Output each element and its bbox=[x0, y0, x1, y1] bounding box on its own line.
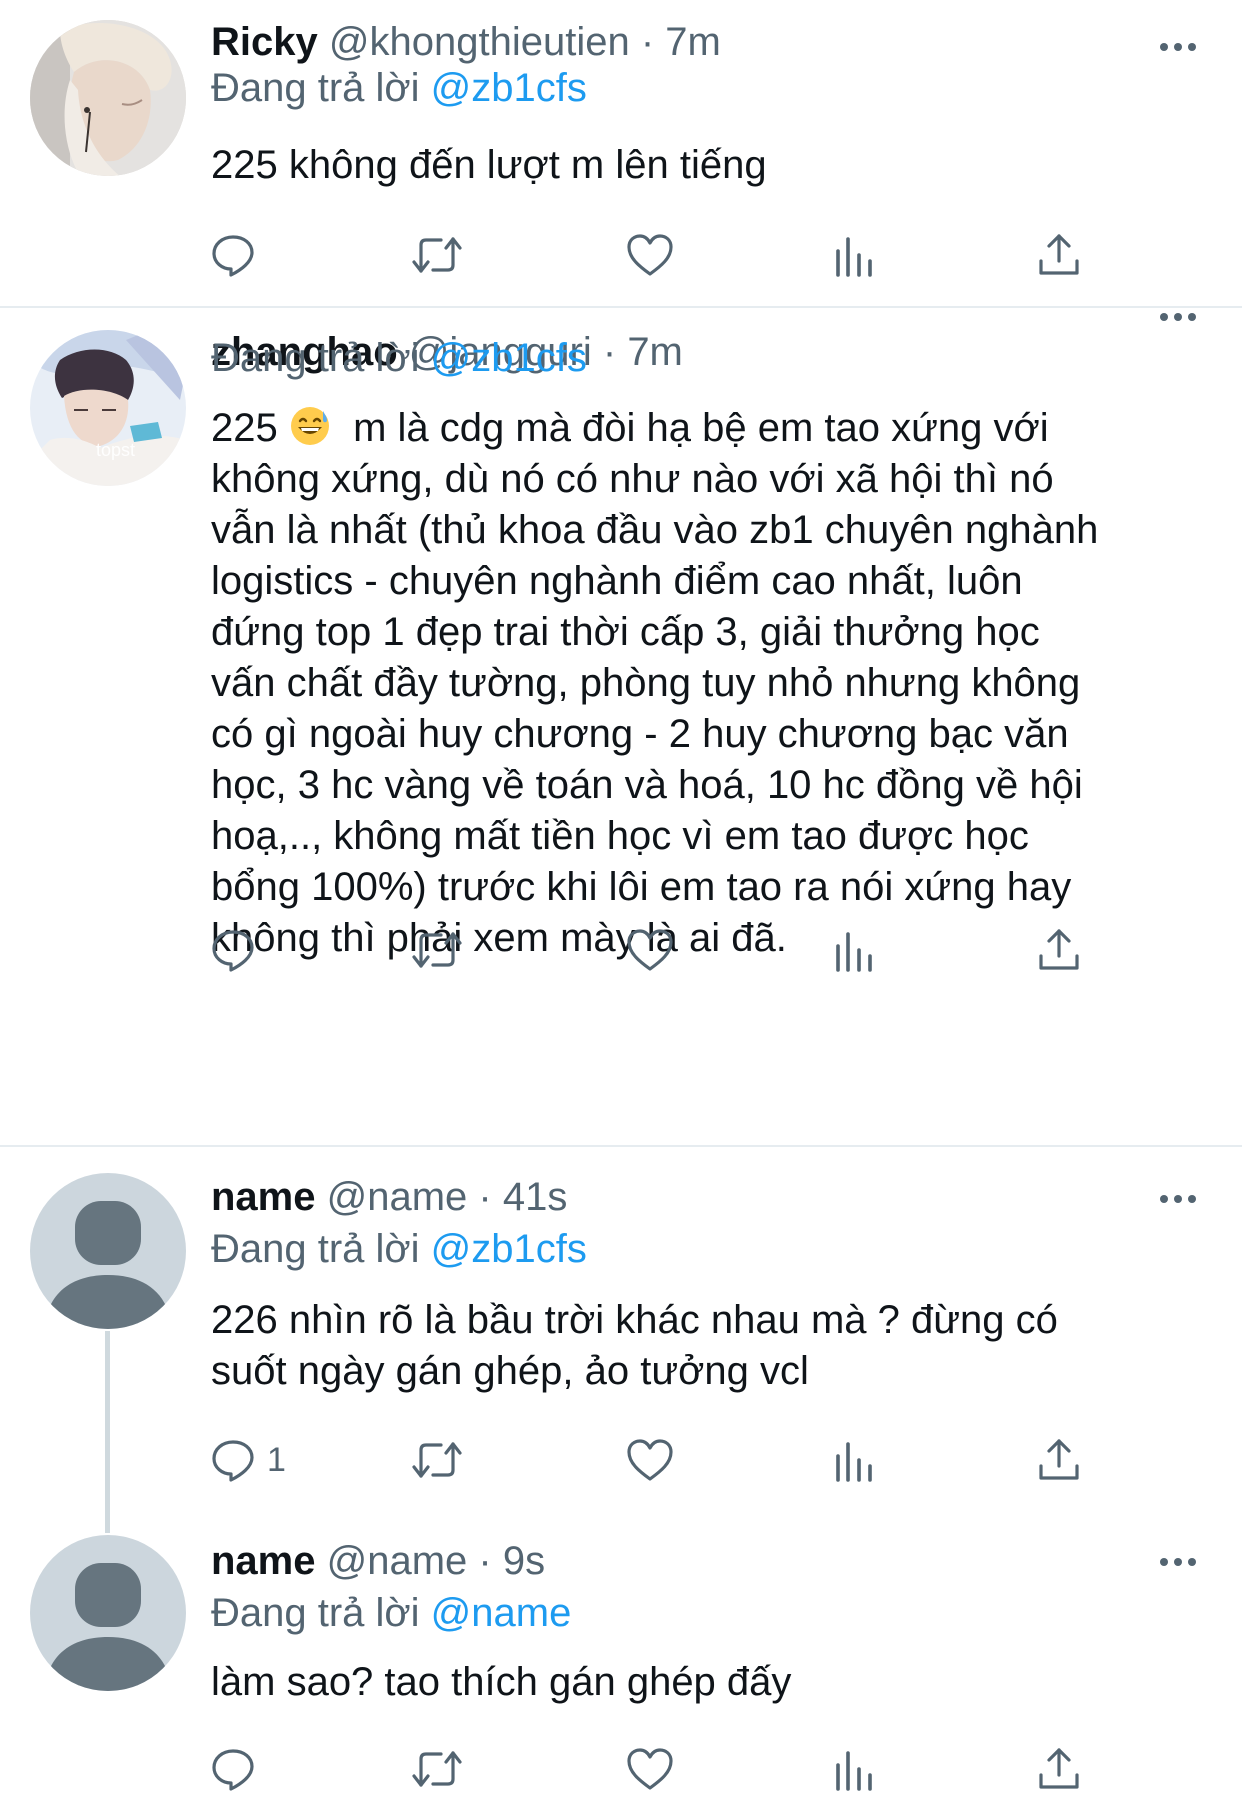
heart-icon bbox=[625, 1437, 675, 1483]
reply-icon bbox=[209, 231, 257, 279]
replying-to: Đang trả lời @name bbox=[211, 1589, 571, 1637]
replying-to-label: Đang trả lời bbox=[211, 336, 420, 380]
reply-button[interactable] bbox=[209, 923, 267, 977]
reply-button[interactable] bbox=[209, 228, 267, 282]
tweet-actions bbox=[211, 228, 1111, 282]
share-icon bbox=[1036, 231, 1082, 279]
separator-dot: · bbox=[478, 1539, 492, 1583]
replying-to: Đang trả lời @zb1cfs bbox=[211, 334, 587, 382]
share-button[interactable] bbox=[1036, 923, 1082, 977]
analytics-button[interactable] bbox=[832, 228, 876, 282]
replying-to-label: Đang trả lời bbox=[211, 1227, 420, 1271]
grinning-sweat-emoji bbox=[290, 407, 329, 445]
user-handle[interactable]: @name bbox=[327, 1539, 468, 1583]
share-icon bbox=[1036, 1436, 1082, 1484]
user-handle[interactable]: @name bbox=[327, 1175, 468, 1219]
default-avatar[interactable] bbox=[30, 1173, 186, 1329]
reply-icon bbox=[209, 926, 257, 974]
heart-icon bbox=[625, 927, 675, 973]
retweet-button[interactable] bbox=[411, 923, 463, 977]
tweet-zhanghao[interactable]: topst zhanghao @jangguri · 7m Đang trả l… bbox=[0, 308, 1242, 1144]
retweet-icon bbox=[411, 926, 463, 974]
tweet-ricky[interactable]: Ricky @khongthieutien · 7m Đang trả lời … bbox=[0, 0, 1242, 305]
mention-link[interactable]: @zb1cfs bbox=[431, 66, 587, 110]
tweet-actions: 1 bbox=[211, 1433, 1111, 1487]
retweet-icon bbox=[411, 1745, 463, 1793]
tweet-name-9s[interactable]: name @name · 9s Đang trả lời @name làm s… bbox=[0, 1535, 1242, 1811]
more-icon[interactable] bbox=[1158, 307, 1198, 327]
heart-icon bbox=[625, 232, 675, 278]
analytics-button[interactable] bbox=[832, 1433, 876, 1487]
retweet-button[interactable] bbox=[411, 1433, 463, 1487]
analytics-icon bbox=[832, 926, 876, 974]
replying-to-label: Đang trả lời bbox=[211, 66, 420, 110]
user-handle[interactable]: @khongthieutien bbox=[329, 20, 630, 64]
retweet-button[interactable] bbox=[411, 228, 463, 282]
analytics-icon bbox=[832, 1745, 876, 1793]
heart-icon bbox=[625, 1746, 675, 1792]
tweet-actions bbox=[211, 923, 1111, 977]
avatar-watermark: topst bbox=[96, 440, 135, 460]
timestamp[interactable]: 7m bbox=[627, 330, 683, 374]
replying-to: Đang trả lời @zb1cfs bbox=[211, 64, 587, 112]
reply-count: 1 bbox=[267, 1440, 286, 1479]
tweet-text-rest: m là cdg mà đòi hạ bệ em tao xứng với kh… bbox=[211, 406, 1099, 960]
analytics-icon bbox=[832, 1436, 876, 1484]
retweet-button[interactable] bbox=[411, 1742, 463, 1796]
separator-dot: · bbox=[602, 330, 617, 374]
like-button[interactable] bbox=[625, 1742, 675, 1796]
display-name[interactable]: name bbox=[211, 1175, 316, 1219]
tweet-text: 225 không đến lượt m lên tiếng bbox=[211, 143, 767, 187]
share-button[interactable] bbox=[1036, 1742, 1082, 1796]
display-name[interactable]: name bbox=[211, 1539, 316, 1583]
default-avatar[interactable] bbox=[30, 1535, 186, 1691]
tweet-header: name @name · 41s bbox=[211, 1173, 567, 1221]
analytics-icon bbox=[832, 231, 876, 279]
replying-to: Đang trả lời @zb1cfs bbox=[211, 1225, 587, 1273]
mention-link[interactable]: @name bbox=[431, 1591, 572, 1635]
mention-link[interactable]: @zb1cfs bbox=[431, 336, 587, 380]
like-button[interactable] bbox=[625, 228, 675, 282]
separator-dot: · bbox=[478, 1175, 492, 1219]
separator-dot: · bbox=[640, 20, 655, 64]
analytics-button[interactable] bbox=[832, 923, 876, 977]
avatar[interactable]: topst bbox=[30, 330, 186, 486]
share-button[interactable] bbox=[1036, 228, 1082, 282]
analytics-button[interactable] bbox=[832, 1742, 876, 1796]
retweet-icon bbox=[411, 1436, 463, 1484]
more-icon[interactable] bbox=[1158, 1552, 1198, 1572]
more-icon[interactable] bbox=[1158, 37, 1198, 57]
tweet-actions bbox=[211, 1742, 1111, 1796]
like-button[interactable] bbox=[625, 923, 675, 977]
retweet-icon bbox=[411, 231, 463, 279]
more-icon[interactable] bbox=[1158, 1189, 1198, 1209]
tweet-text: làm sao? tao thích gán ghép đấy bbox=[211, 1660, 792, 1704]
timestamp[interactable]: 9s bbox=[503, 1539, 545, 1583]
reply-button[interactable] bbox=[209, 1742, 267, 1796]
avatar[interactable] bbox=[30, 20, 186, 176]
reply-icon bbox=[209, 1745, 257, 1793]
share-icon bbox=[1036, 1745, 1082, 1793]
reply-button[interactable]: 1 bbox=[209, 1433, 286, 1487]
display-name[interactable]: Ricky bbox=[211, 20, 318, 64]
reply-icon bbox=[209, 1436, 257, 1484]
timestamp[interactable]: 41s bbox=[503, 1175, 568, 1219]
share-button[interactable] bbox=[1036, 1433, 1082, 1487]
tweet-text: 226 nhìn rõ là bầu trời khác nhau mà ? đ… bbox=[211, 1298, 1058, 1393]
timestamp[interactable]: 7m bbox=[665, 20, 721, 64]
like-button[interactable] bbox=[625, 1433, 675, 1487]
tweet-name-41s[interactable]: name @name · 41s Đang trả lời @zb1cfs 22… bbox=[0, 1147, 1242, 1535]
replying-to-label: Đang trả lời bbox=[211, 1591, 420, 1635]
share-icon bbox=[1036, 926, 1082, 974]
mention-link[interactable]: @zb1cfs bbox=[431, 1227, 587, 1271]
tweet-text: 225 m là cdg mà đòi hạ bệ em tao xứng vớ… bbox=[211, 403, 1216, 964]
tweet-header: Ricky @khongthieutien · 7m bbox=[211, 18, 721, 66]
tweet-text-start: 225 bbox=[211, 406, 289, 450]
tweet-header: name @name · 9s bbox=[211, 1537, 545, 1585]
